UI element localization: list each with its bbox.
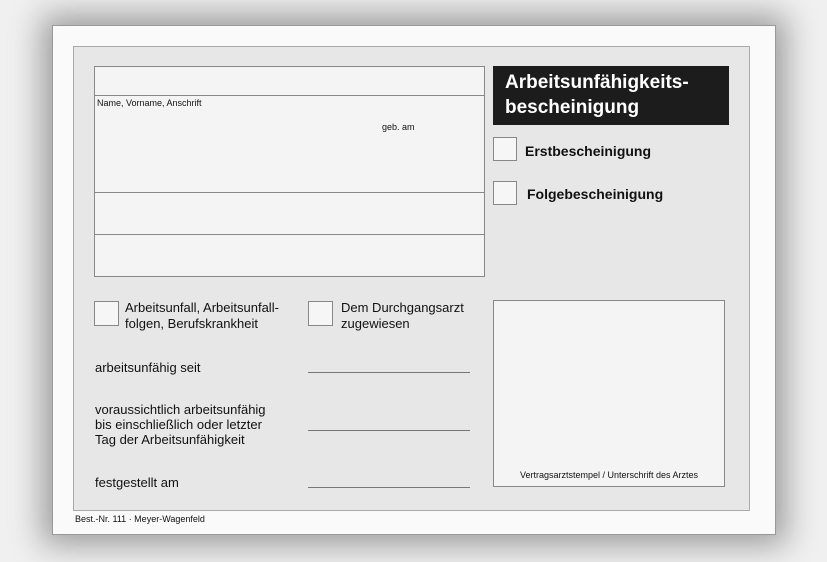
form-title: Arbeitsunfähigkeits- bescheinigung [493,66,729,125]
follow-certificate-checkbox[interactable] [493,181,517,205]
unfit-since-label: arbeitsunfähig seit [95,360,201,375]
transit-doctor-line-2: zugewiesen [341,316,410,331]
birth-date-label: geb. am [382,122,415,132]
first-certificate-label: Erstbescheinigung [525,143,652,159]
expected-until-field[interactable] [308,430,470,431]
name-label: Name, Vorname, Anschrift [97,98,202,108]
transit-doctor-line-1: Dem Durchgangsarzt [341,300,464,315]
patient-info-box: Name, Vorname, Anschrift geb. am [94,66,485,277]
expected-line-3: Tag der Arbeitsunfähigkeit [95,432,245,447]
expected-line-2: bis einschließlich oder letzter [95,417,262,432]
determined-on-label: festgestellt am [95,475,179,490]
expected-line-1: voraussichtlich arbeitsunfähig [95,402,266,417]
stamp-label: Vertragsarztstempel / Unterschrift des A… [519,470,699,480]
footer-order-number: Best.-Nr. 111 · Meyer-Wagenfeld [75,514,205,524]
transit-doctor-label: Dem Durchgangsarzt zugewiesen [341,300,464,332]
determined-on-field[interactable] [308,487,470,488]
doctor-stamp-box: Vertragsarztstempel / Unterschrift des A… [493,300,725,487]
first-certificate-checkbox[interactable] [493,137,517,161]
work-accident-line-2: folgen, Berufskrankheit [125,316,258,331]
work-accident-label: Arbeitsunfall, Arbeitsunfall- folgen, Be… [125,300,279,332]
work-accident-line-1: Arbeitsunfall, Arbeitsunfall- [125,300,279,315]
unfit-since-field[interactable] [308,372,470,373]
transit-doctor-checkbox[interactable] [308,301,333,326]
work-accident-checkbox[interactable] [94,301,119,326]
expected-until-label: voraussichtlich arbeitsunfähig bis einsc… [95,402,266,447]
title-line-2: bescheinigung [505,97,640,118]
title-line-1: Arbeitsunfähigkeits- [505,72,689,93]
follow-certificate-label: Folgebescheinigung [527,186,664,202]
